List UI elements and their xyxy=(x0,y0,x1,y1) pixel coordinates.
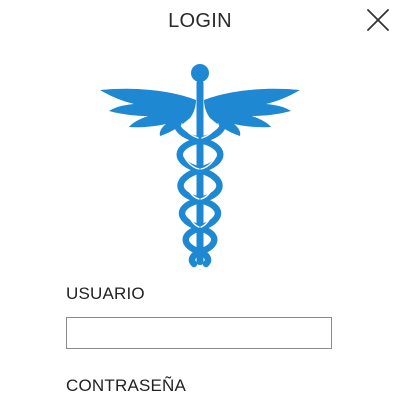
close-button[interactable] xyxy=(362,4,394,36)
password-label: CONTRASEÑA xyxy=(66,376,187,395)
login-screen: LOGIN USUARIO CONTRASEÑA xyxy=(0,0,400,400)
username-input[interactable] xyxy=(66,317,332,349)
caduceus-logo xyxy=(98,62,302,268)
close-icon xyxy=(367,9,389,31)
username-label: USUARIO xyxy=(66,284,145,303)
caduceus-icon xyxy=(100,64,300,268)
page-title: LOGIN xyxy=(168,10,232,32)
